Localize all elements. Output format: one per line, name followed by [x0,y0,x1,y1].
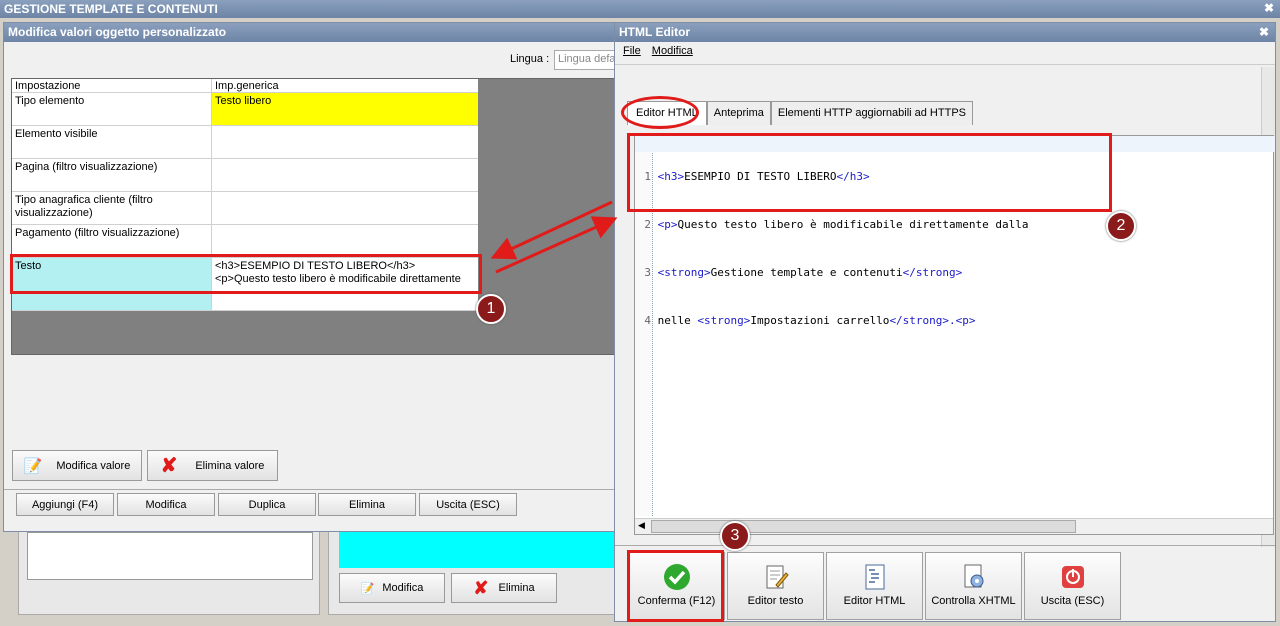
step-badge-3: 3 [720,521,750,551]
editor-title-bar: HTML Editor ✖ [615,23,1275,42]
table-row[interactable]: Tipo elemento [12,93,212,126]
background-panel-right: 📝 Modifica ✘ Elimina [328,525,619,615]
lingua-label: Lingua : [510,53,550,65]
settings-table: Impostazione Imp.generica Tipo elemento … [12,79,478,311]
settings-document-icon [964,564,983,588]
edit-icon: 📝 [360,582,375,595]
code-line: 2 <p>Questo testo libero è modificabile … [644,218,1029,231]
table-row[interactable]: Tipo anagrafica cliente (filtro visualiz… [12,192,212,225]
divider [615,64,1275,65]
editor-title: HTML Editor [619,25,691,39]
table-row[interactable]: Pagina (filtro visualizzazione) [12,159,212,192]
app-close-icon[interactable]: ✖ [1264,1,1274,15]
scrollbar-thumb[interactable] [651,520,1076,533]
left-dialog-title-bar: Modifica valori oggetto personalizzato [4,23,616,42]
elimina-valore-button[interactable]: ✘ Elimina valore [147,450,278,481]
aggiungi-button[interactable]: Aggiungi (F4) [16,493,114,516]
row-value-cell[interactable] [212,192,478,225]
html-editor-window: HTML Editor ✖ File Modifica Editor HTML … [614,22,1276,622]
code-line: 4 nelle <strong>Impostazioni carrello</s… [644,314,976,327]
background-cyan-area [339,532,619,568]
background-panel-left [18,525,320,615]
modifica-valore-button[interactable]: 📝 Modifica valore [12,450,142,481]
elimina-button[interactable]: Elimina [318,493,416,516]
table-row[interactable]: Elemento visibile [12,126,212,159]
row-setting: Pagina (filtro visualizzazione) [15,161,158,173]
scroll-left-icon[interactable]: ◀ [638,520,645,531]
table-row-testo[interactable]: Testo [12,258,212,311]
controlla-xhtml-button[interactable]: Controlla XHTML [925,552,1022,620]
tab-anteprima[interactable]: Anteprima [706,101,771,125]
annotation-arrows [490,200,618,274]
tab-elementi-http[interactable]: Elementi HTTP aggiornabili ad HTTPS [770,101,973,125]
row-setting: Tipo anagrafica cliente (filtro visualiz… [15,194,153,219]
editor-close-icon[interactable]: ✖ [1259,25,1269,39]
background-modifica-button[interactable]: 📝 Modifica [339,573,445,603]
row-value-cell[interactable] [212,159,478,192]
conferma-button[interactable]: Conferma (F12) [628,552,725,620]
menu-file[interactable]: File [623,45,641,57]
background-text-area[interactable] [27,532,313,580]
code-line: 1 <h3>ESEMPIO DI TESTO LIBERO</h3> [644,170,870,183]
row-value-cell[interactable] [212,126,478,159]
column-header-setting: Impostazione [12,79,212,93]
app-title: GESTIONE TEMPLATE E CONTENUTI [4,2,218,16]
left-dialog-title: Modifica valori oggetto personalizzato [8,25,227,39]
code-editor[interactable]: 1 <h3>ESEMPIO DI TESTO LIBERO</h3> 2 <p>… [634,135,1275,535]
column-header-value: Imp.generica [212,79,478,93]
row-setting: Elemento visibile [15,128,98,140]
row-value-cell-testo[interactable]: <h3>ESEMPIO DI TESTO LIBERO</h3> <p>Ques… [212,258,478,311]
html-document-icon [865,564,884,590]
annotation-ellipse-tab [621,96,699,129]
row-setting: Pagamento (filtro visualizzazione) [15,227,180,239]
row-setting: Testo [15,260,42,272]
modifica-button[interactable]: Modifica [117,493,215,516]
row-value-line: <p>Questo testo libero è modificabile di… [215,273,461,285]
row-value-line: <h3>ESEMPIO DI TESTO LIBERO</h3> [215,260,416,272]
edit-document-icon [766,565,789,589]
duplica-button[interactable]: Duplica [218,493,316,516]
step-badge-1: 1 [476,294,506,324]
power-icon [1061,566,1084,588]
row-value-cell[interactable] [212,225,478,258]
step-badge-2: 2 [1106,211,1136,241]
divider [615,545,1275,546]
edit-icon: 📝 [23,457,43,475]
editor-menu-bar: File Modifica [623,45,693,57]
lingua-select[interactable]: Lingua defa [554,50,618,70]
app-title-bar: GESTIONE TEMPLATE E CONTENUTI ✖ [0,0,1280,18]
row-setting: Tipo elemento [15,95,85,107]
table-row[interactable]: Pagamento (filtro visualizzazione) [12,225,212,258]
menu-modifica[interactable]: Modifica [652,45,693,57]
checkmark-icon [663,564,690,590]
uscita-button[interactable]: Uscita (ESC) [419,493,517,516]
row-value-cell[interactable]: Testo libero [212,93,478,126]
uscita-editor-button[interactable]: Uscita (ESC) [1024,552,1121,620]
delete-icon: ✘ [160,455,178,477]
row-value: Testo libero [215,95,272,107]
divider [4,489,618,490]
background-elimina-button[interactable]: ✘ Elimina [451,573,557,603]
editor-html-button[interactable]: Editor HTML [826,552,923,620]
editor-testo-button[interactable]: Editor testo [727,552,824,620]
code-lines: 1 <h3>ESEMPIO DI TESTO LIBERO</h3> 2 <p>… [635,137,1029,361]
code-line: 3 <strong>Gestione template e contenuti<… [644,266,963,279]
delete-icon: ✘ [473,577,489,598]
